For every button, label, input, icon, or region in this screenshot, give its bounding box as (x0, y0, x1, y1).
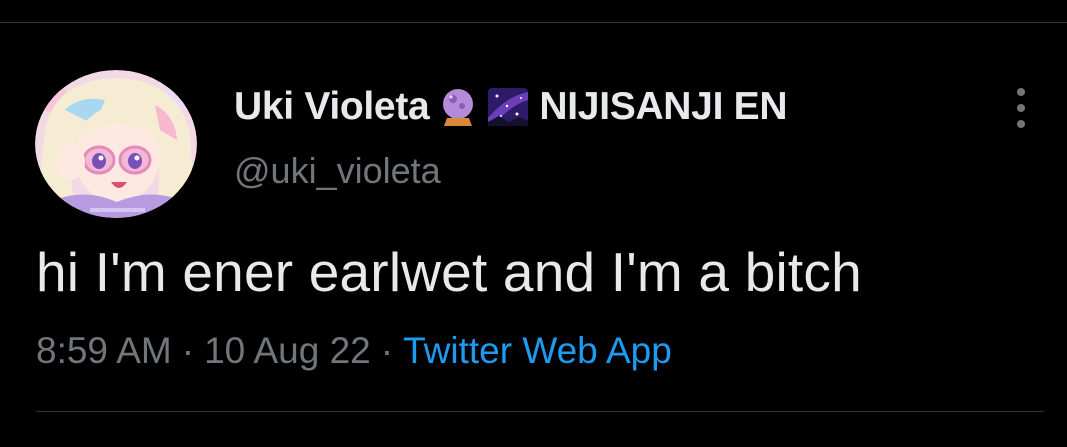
crystal-ball-icon (437, 86, 479, 128)
tweet-source-link[interactable]: Twitter Web App (403, 330, 672, 372)
top-divider (0, 22, 1067, 23)
tweet-date[interactable]: 10 Aug 22 (204, 330, 371, 372)
more-vertical-icon-dot (1017, 104, 1025, 112)
tweet-metadata: 8:59 AM · 10 Aug 22 · Twitter Web App (36, 330, 672, 372)
author-display-name[interactable]: Uki Violeta (234, 85, 430, 129)
separator: · (380, 330, 394, 371)
more-vertical-icon (1017, 88, 1025, 96)
milky-way-icon (487, 86, 529, 128)
more-vertical-icon-dot (1017, 120, 1025, 128)
bottom-divider (36, 411, 1044, 412)
tweet-time[interactable]: 8:59 AM (36, 330, 172, 372)
author-affiliation: NIJISANJI EN (539, 85, 788, 128)
avatar[interactable] (35, 70, 197, 218)
avatar-image (35, 70, 197, 218)
more-options-button[interactable] (1006, 88, 1036, 128)
tweet-card: Uki Violeta NIJISANJI EN @uki_violeta hi… (0, 0, 1067, 447)
separator: · (181, 330, 195, 371)
tweet-text: hi I'm ener earlwet and I'm a bitch (36, 241, 862, 303)
author-name-row[interactable]: Uki Violeta NIJISANJI EN (234, 84, 788, 130)
author-handle[interactable]: @uki_violeta (234, 150, 441, 192)
